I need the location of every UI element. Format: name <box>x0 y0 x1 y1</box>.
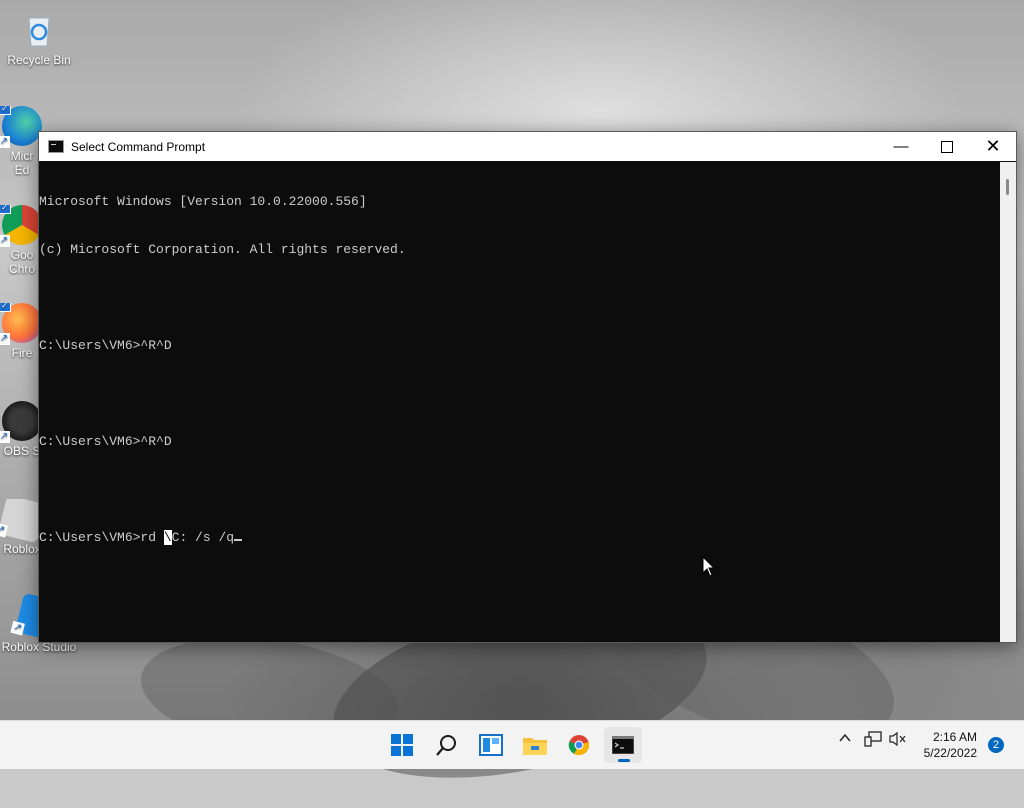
shortcut-arrow-icon: ↗ <box>0 431 10 443</box>
show-hidden-icons-button[interactable] <box>838 731 852 748</box>
shortcut-arrow-icon: ↗ <box>0 333 10 345</box>
scrollbar-thumb[interactable] <box>1006 179 1009 195</box>
widgets-icon <box>479 734 503 756</box>
window-title: Select Command Prompt <box>71 139 206 154</box>
edge-icon: ✓ ↗ <box>0 106 42 148</box>
command-prompt-taskbar-button[interactable] <box>604 727 642 763</box>
shortcut-arrow-icon: ↗ <box>0 522 8 538</box>
system-clock[interactable]: 2:16 AM 5/22/2022 <box>924 729 977 761</box>
maximize-button[interactable] <box>924 132 970 161</box>
console-selection[interactable]: \ <box>163 530 172 545</box>
widgets-button[interactable] <box>472 727 510 763</box>
start-button[interactable] <box>383 727 421 763</box>
console-line: Microsoft Windows [Version 10.0.22000.55… <box>39 194 367 209</box>
desktop-icon-recycle-bin[interactable]: Recycle Bin <box>1 10 77 67</box>
windows-start-icon <box>391 734 413 756</box>
console-line: C:\Users\VM6>^R^D <box>39 434 172 449</box>
checkbox-icon: ✓ <box>0 303 11 312</box>
notification-badge[interactable]: 2 <box>988 737 1004 753</box>
shortcut-arrow-icon: ↗ <box>10 620 25 636</box>
console-prompt: C:\Users\VM6>rd <box>39 530 164 545</box>
obs-icon: ↗ <box>0 401 42 443</box>
network-button[interactable] <box>864 731 882 750</box>
firefox-icon: ✓ ↗ <box>0 303 42 345</box>
command-prompt-icon <box>48 140 64 153</box>
taskbar: 2:16 AM 5/22/2022 2 <box>0 720 1024 769</box>
console-line: (c) Microsoft Corporation. All rights re… <box>39 242 406 257</box>
vertical-scrollbar[interactable] <box>1000 162 1016 642</box>
desktop-icon-label: Recycle Bin <box>7 53 71 67</box>
search-button[interactable] <box>428 727 466 763</box>
chevron-up-icon <box>838 732 852 748</box>
chrome-icon <box>568 735 589 756</box>
active-app-indicator <box>618 759 630 762</box>
close-icon: ✕ <box>985 136 1001 156</box>
console-line: C:\Users\VM6>^R^D <box>39 338 172 353</box>
recycle-bin-icon <box>19 10 59 50</box>
checkbox-icon: ✓ <box>0 205 11 214</box>
clock-time: 2:16 AM <box>932 730 977 744</box>
console-input-line[interactable]: C:\Users\VM6>rd \C: /s /q <box>39 530 1000 546</box>
shortcut-arrow-icon: ↗ <box>0 235 10 247</box>
network-icon <box>864 731 882 750</box>
checkbox-icon: ✓ <box>0 106 11 115</box>
chrome-icon: ✓ ↗ <box>0 205 42 247</box>
chrome-taskbar-button[interactable] <box>560 727 598 763</box>
close-button[interactable]: ✕ <box>970 132 1016 161</box>
clock-date: 5/22/2022 <box>923 746 977 760</box>
console-command-text: C: /s /q <box>171 530 235 545</box>
maximize-icon <box>941 140 953 153</box>
file-explorer-button[interactable] <box>516 727 554 763</box>
console-output[interactable]: Microsoft Windows [Version 10.0.22000.55… <box>39 162 1000 642</box>
command-prompt-window[interactable]: Select Command Prompt — ✕ Microsoft Wind… <box>38 131 1017 643</box>
shortcut-arrow-icon: ↗ <box>0 136 10 148</box>
minimize-icon: — <box>893 138 909 155</box>
file-explorer-icon <box>523 738 547 755</box>
command-prompt-icon <box>612 736 634 754</box>
title-bar[interactable]: Select Command Prompt — ✕ <box>39 132 1016 161</box>
search-icon <box>436 735 456 756</box>
volume-button[interactable] <box>889 731 907 750</box>
text-cursor <box>234 539 243 541</box>
volume-muted-icon <box>889 731 907 750</box>
minimize-button[interactable]: — <box>878 132 924 161</box>
